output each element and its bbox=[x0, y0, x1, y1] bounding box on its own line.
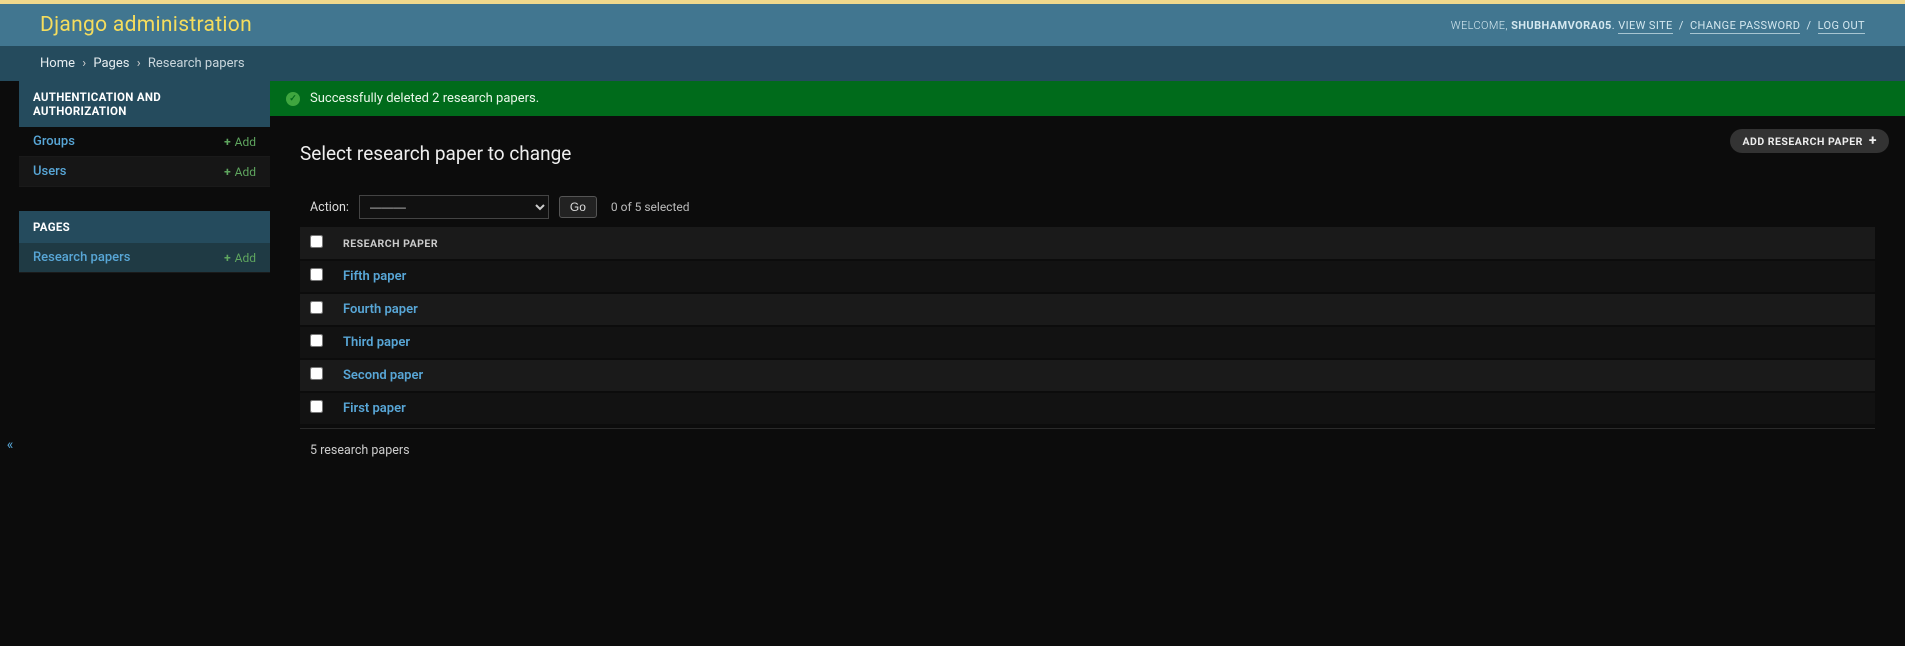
table-header-row: RESEARCH PAPER bbox=[300, 227, 1875, 260]
sidebar-link-groups[interactable]: Groups bbox=[33, 134, 75, 149]
breadcrumb: Home › Pages › Research papers bbox=[0, 46, 1905, 81]
add-users-link[interactable]: + Add bbox=[224, 165, 256, 179]
table-row: Fourth paper bbox=[300, 293, 1875, 326]
sidebar-item-groups: Groups + Add bbox=[19, 127, 270, 157]
content-inner: Select research paper to change Action: … bbox=[270, 116, 1905, 492]
add-button-label: ADD RESEARCH PAPER bbox=[1742, 135, 1862, 148]
add-research-papers-link[interactable]: + Add bbox=[224, 251, 256, 265]
breadcrumb-home[interactable]: Home bbox=[40, 56, 75, 71]
sidebar-link-research-papers[interactable]: Research papers bbox=[33, 250, 130, 265]
plus-icon: + bbox=[224, 165, 231, 179]
view-site-link[interactable]: VIEW SITE bbox=[1618, 19, 1673, 34]
row-link[interactable]: First paper bbox=[343, 401, 406, 416]
content: ✓ Successfully deleted 2 research papers… bbox=[270, 81, 1905, 492]
header: Django administration WELCOME, SHUBHAMVO… bbox=[0, 4, 1905, 46]
action-label: Action: bbox=[310, 200, 349, 215]
row-link[interactable]: Third paper bbox=[343, 335, 410, 350]
add-label: Add bbox=[235, 135, 256, 149]
add-label: Add bbox=[235, 251, 256, 265]
row-select-checkbox[interactable] bbox=[310, 367, 323, 380]
toggle-nav-collapse-icon[interactable]: « bbox=[2, 437, 18, 453]
add-research-paper-button[interactable]: ADD RESEARCH PAPER + bbox=[1730, 129, 1889, 153]
action-counter: 0 of 5 selected bbox=[611, 200, 690, 214]
table-row: Fifth paper bbox=[300, 260, 1875, 293]
change-password-link[interactable]: CHANGE PASSWORD bbox=[1690, 19, 1800, 34]
separator: / bbox=[1679, 19, 1684, 32]
user-tools: WELCOME, SHUBHAMVORA05. VIEW SITE / CHAN… bbox=[1451, 19, 1865, 32]
add-label: Add bbox=[235, 165, 256, 179]
sidebar: AUTHENTICATION AND AUTHORIZATION Groups … bbox=[19, 81, 270, 273]
plus-icon: + bbox=[224, 251, 231, 265]
table-row: First paper bbox=[300, 392, 1875, 424]
success-message-text: Successfully deleted 2 research papers. bbox=[310, 91, 539, 106]
site-title[interactable]: Django administration bbox=[40, 13, 252, 37]
username: SHUBHAMVORA05 bbox=[1511, 19, 1612, 32]
breadcrumb-sep: › bbox=[137, 56, 141, 71]
breadcrumb-sep: › bbox=[82, 56, 86, 71]
action-select[interactable]: ——— bbox=[359, 195, 549, 219]
sidebar-section-pages-header[interactable]: PAGES bbox=[19, 211, 270, 243]
sidebar-module-auth: AUTHENTICATION AND AUTHORIZATION Groups … bbox=[19, 81, 270, 187]
success-message: ✓ Successfully deleted 2 research papers… bbox=[270, 81, 1905, 116]
row-link[interactable]: Second paper bbox=[343, 368, 423, 383]
sidebar-item-research-papers: Research papers + Add bbox=[19, 243, 270, 273]
select-all-checkbox[interactable] bbox=[310, 235, 323, 248]
plus-icon: + bbox=[224, 135, 231, 149]
table-row: Second paper bbox=[300, 359, 1875, 392]
main: « AUTHENTICATION AND AUTHORIZATION Group… bbox=[0, 81, 1905, 492]
page-title: Select research paper to change bbox=[300, 142, 1875, 165]
sidebar-section-auth-link[interactable]: AUTHENTICATION AND AUTHORIZATION bbox=[33, 90, 161, 118]
select-all-header bbox=[300, 227, 333, 260]
sidebar-module-pages: PAGES Research papers + Add bbox=[19, 211, 270, 273]
row-select-checkbox[interactable] bbox=[310, 301, 323, 314]
row-select-checkbox[interactable] bbox=[310, 400, 323, 413]
breadcrumb-pages[interactable]: Pages bbox=[93, 56, 129, 71]
success-check-icon: ✓ bbox=[286, 92, 300, 106]
plus-icon: + bbox=[1869, 134, 1877, 148]
logout-link[interactable]: LOG OUT bbox=[1818, 19, 1865, 34]
add-groups-link[interactable]: + Add bbox=[224, 135, 256, 149]
row-link[interactable]: Fifth paper bbox=[343, 269, 406, 284]
sidebar-section-auth-header[interactable]: AUTHENTICATION AND AUTHORIZATION bbox=[19, 81, 270, 127]
sidebar-section-pages-link[interactable]: PAGES bbox=[33, 220, 70, 234]
welcome-label: WELCOME, bbox=[1451, 19, 1508, 32]
breadcrumb-current: Research papers bbox=[148, 56, 245, 71]
paginator: 5 research papers bbox=[300, 428, 1875, 472]
go-button[interactable]: Go bbox=[559, 196, 597, 218]
row-select-checkbox[interactable] bbox=[310, 268, 323, 281]
sidebar-link-users[interactable]: Users bbox=[33, 164, 66, 179]
actions-bar: Action: ——— Go 0 of 5 selected bbox=[300, 187, 1875, 227]
table-row: Third paper bbox=[300, 326, 1875, 359]
results-table: RESEARCH PAPER Fifth paper Fourth paper Th… bbox=[300, 227, 1875, 424]
row-link[interactable]: Fourth paper bbox=[343, 302, 418, 317]
object-tools: ADD RESEARCH PAPER + bbox=[1730, 129, 1889, 153]
sidebar-item-users: Users + Add bbox=[19, 157, 270, 187]
column-header-research-paper[interactable]: RESEARCH PAPER bbox=[333, 227, 1875, 260]
separator: / bbox=[1806, 19, 1811, 32]
sidebar-wrap: « AUTHENTICATION AND AUTHORIZATION Group… bbox=[0, 81, 270, 492]
row-select-checkbox[interactable] bbox=[310, 334, 323, 347]
